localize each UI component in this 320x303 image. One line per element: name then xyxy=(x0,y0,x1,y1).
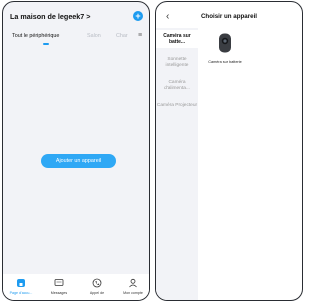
menu-icon[interactable]: ≡ xyxy=(138,32,144,39)
home-icon xyxy=(17,279,25,287)
tabbar-item-account[interactable]: Mon compte xyxy=(119,278,147,295)
category-smart-doorbell[interactable]: Sonnette intelligente xyxy=(156,57,198,69)
plus-circle-icon[interactable]: + xyxy=(133,11,143,21)
tabbar-item-call[interactable]: Appel de xyxy=(83,278,111,295)
device-tabs: Tout le périphérique Salon Char ≡ xyxy=(3,31,149,45)
tabbar-label: Messages xyxy=(50,291,68,295)
active-tab-indicator xyxy=(43,43,49,45)
category-sidebar: Caméra sur batte... Sonnette intelligent… xyxy=(156,28,198,300)
category-floodlight-camera[interactable]: Caméra Projecteur xyxy=(156,103,198,109)
tabbar-label: Page d'accu... xyxy=(9,291,33,295)
tabbar-label: Mon compte xyxy=(123,291,143,295)
battery-camera-icon[interactable] xyxy=(218,33,232,53)
tabbar-label: Appel de xyxy=(89,291,105,295)
bottom-tab-bar: Page d'accu... Messages Appel de Mon com… xyxy=(3,274,149,300)
tabbar-item-home[interactable]: Page d'accu... xyxy=(7,278,35,295)
home-screen: La maison de legeek7 > + Tout le périphé… xyxy=(2,1,150,301)
category-battery-camera[interactable]: Caméra sur batte... xyxy=(156,30,198,48)
user-icon xyxy=(129,278,137,288)
product-label[interactable]: Caméra sur batterie xyxy=(203,60,247,64)
page-title: Choisir un appareil xyxy=(200,13,258,20)
phone-icon xyxy=(92,278,102,288)
choose-device-screen: ‹ Choisir un appareil Caméra sur batte..… xyxy=(155,1,303,301)
tab-salon[interactable]: Salon xyxy=(87,33,101,39)
tab-all-devices[interactable]: Tout le périphérique xyxy=(12,33,59,39)
message-icon xyxy=(54,279,64,286)
tab-chambre[interactable]: Char xyxy=(116,33,128,39)
category-powered-camera[interactable]: Caméra d'alimenta... xyxy=(156,80,198,92)
home-title[interactable]: La maison de legeek7 > xyxy=(10,12,91,21)
tabbar-item-messages[interactable]: Messages xyxy=(45,278,73,295)
add-device-button[interactable]: Ajouter un appareil xyxy=(41,154,116,168)
